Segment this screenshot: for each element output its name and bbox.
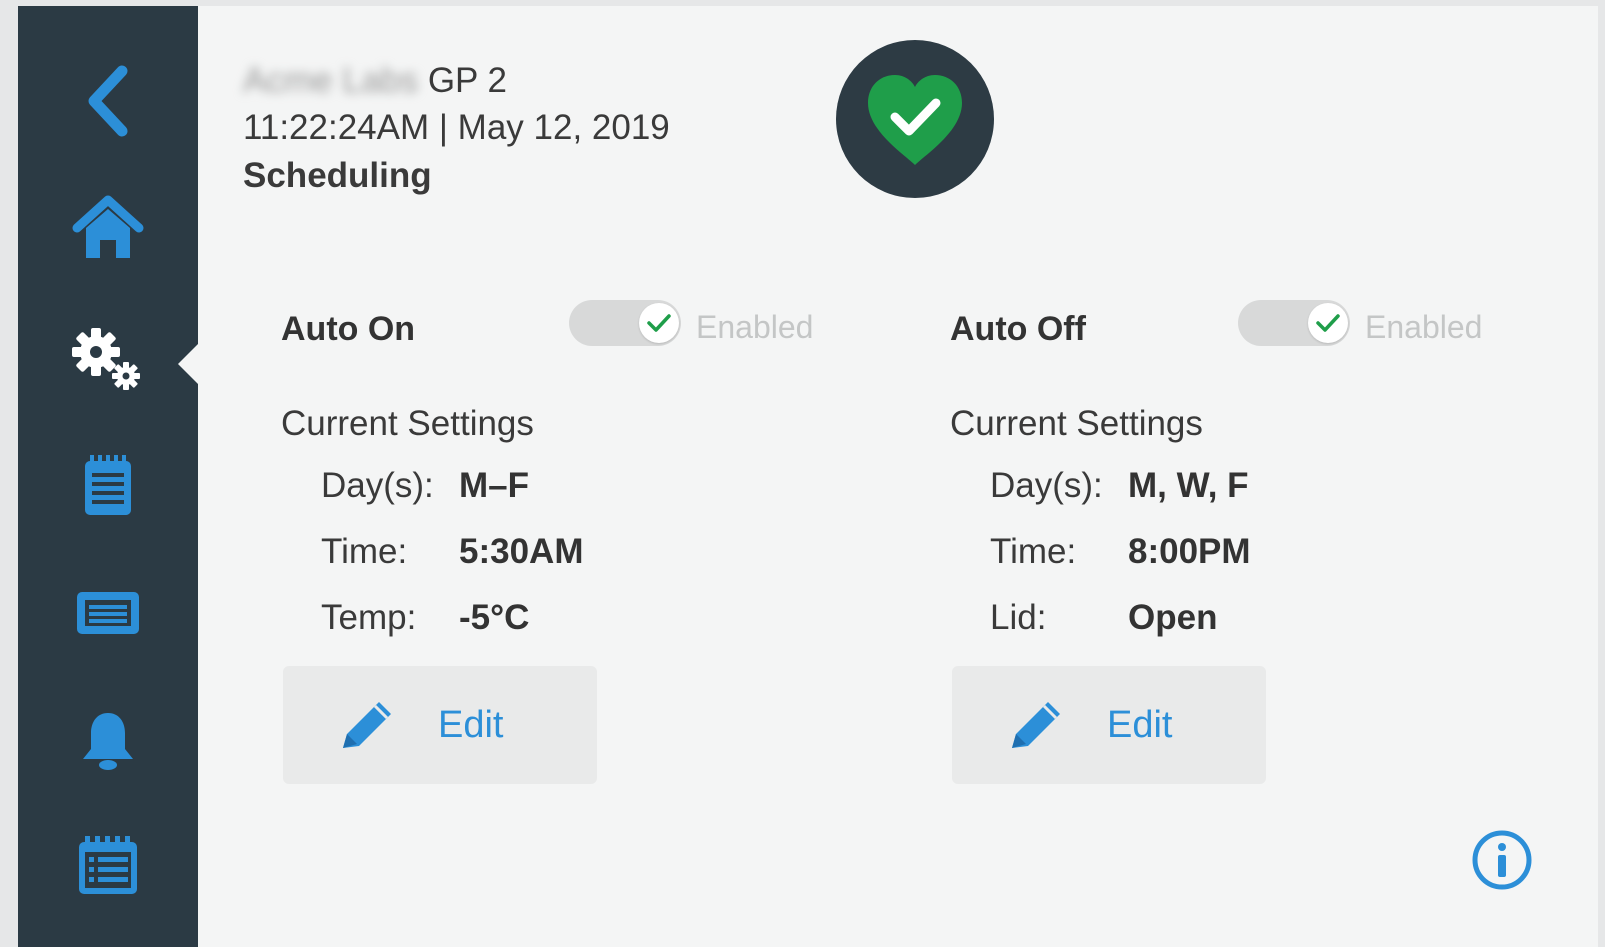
sidebar-item-settings[interactable] (58, 314, 158, 404)
auto-on-toggle-label: Enabled (696, 309, 814, 345)
info-button[interactable] (1470, 828, 1534, 892)
edit-label: Edit (438, 704, 504, 746)
auto-on-title: Auto On (281, 310, 416, 348)
sidebar-item-schedule[interactable] (58, 822, 158, 912)
auto-on-edit-button[interactable]: Edit (283, 666, 597, 784)
header: Acme Labs GP 2 11:22:24AM | May 12, 2019… (243, 58, 670, 200)
sidebar-item-home[interactable] (58, 182, 158, 272)
auto-off-edit-button[interactable]: Edit (952, 666, 1266, 784)
setting-value: -5°C (459, 598, 530, 637)
setting-label: Time: (990, 532, 1077, 571)
check-icon (1316, 314, 1340, 332)
bell-icon (83, 713, 133, 770)
display-icon (77, 592, 139, 634)
back-button[interactable] (58, 56, 158, 146)
setting-value: 5:30AM (459, 532, 584, 571)
notepad-icon (85, 455, 131, 515)
app-frame: Acme Labs GP 2 11:22:24AM | May 12, 2019… (18, 6, 1598, 947)
selected-indicator (178, 342, 200, 386)
setting-label: Day(s): (990, 466, 1103, 505)
back-chevron-icon (88, 65, 128, 137)
auto-off-toggle[interactable] (1238, 300, 1350, 346)
auto-off-panel: Auto Off Enabled Current Settings Day(s)… (950, 296, 1510, 796)
auto-on-panel: Auto On Enabled Current Settings Day(s):… (281, 296, 841, 796)
setting-label: Lid: (990, 598, 1047, 637)
pencil-icon (1012, 702, 1060, 748)
setting-label: Day(s): (321, 466, 434, 505)
current-settings-heading: Current Settings (950, 404, 1203, 443)
sidebar-item-alarms[interactable] (58, 696, 158, 786)
setting-label: Temp: (321, 598, 417, 637)
current-settings-heading: Current Settings (281, 404, 534, 443)
pencil-icon (343, 702, 391, 748)
toggle-knob (1308, 303, 1348, 343)
sidebar-item-display[interactable] (58, 568, 158, 658)
sidebar (18, 6, 200, 947)
sidebar-item-notes[interactable] (58, 440, 158, 530)
heart-check-icon (868, 75, 962, 165)
status-badge[interactable] (836, 40, 994, 198)
auto-off-toggle-label: Enabled (1365, 309, 1483, 345)
setting-label: Time: (321, 532, 408, 571)
setting-value: Open (1128, 598, 1218, 637)
home-icon (72, 195, 144, 258)
edit-label: Edit (1107, 704, 1173, 746)
settings-gears-icon (72, 328, 140, 390)
setting-value: M–F (459, 466, 529, 505)
page-title: Scheduling (243, 156, 432, 195)
setting-value: 8:00PM (1128, 532, 1251, 571)
setting-value: M, W, F (1128, 466, 1249, 505)
info-icon (1472, 830, 1532, 890)
auto-on-toggle[interactable] (569, 300, 681, 346)
device-name: Acme Labs GP 2 (243, 58, 670, 104)
calendar-list-icon (79, 836, 137, 894)
check-icon (647, 314, 671, 332)
device-prefix-redacted: Acme Labs (243, 61, 419, 100)
device-model: GP 2 (427, 61, 507, 100)
toggle-knob (639, 303, 679, 343)
auto-off-title: Auto Off (950, 310, 1086, 348)
datetime: 11:22:24AM | May 12, 2019 (243, 108, 670, 147)
